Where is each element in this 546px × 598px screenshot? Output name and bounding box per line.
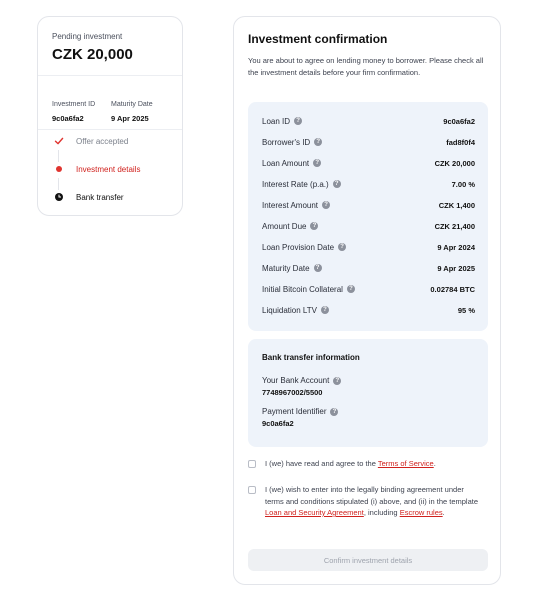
info-icon[interactable]: ?: [330, 407, 339, 416]
info-icon[interactable]: ?: [314, 138, 323, 146]
info-icon[interactable]: ?: [321, 306, 329, 314]
divider: [38, 129, 182, 130]
agreement-text: I (we) wish to enter into the legally bi…: [265, 485, 479, 517]
agreement-checkbox-row: I (we) wish to enter into the legally bi…: [248, 484, 480, 519]
confirm-investment-button[interactable]: Confirm investment details: [248, 549, 488, 571]
detail-value: CZK 20,000: [434, 158, 475, 168]
investment-id-value: 9c0a6fa2: [52, 114, 84, 123]
payment-identifier-value: 9c0a6fa2: [262, 419, 294, 428]
bank-account-value: 7748967002/5500: [262, 388, 323, 397]
bank-transfer-panel: Bank transfer information Your Bank Acco…: [248, 339, 488, 447]
terms-checkbox-row: I (we) have read and agree to the Terms …: [248, 458, 480, 470]
loan-details-panel: Loan ID? 9c0a6fa2 Borrower's ID? fad8f0f…: [248, 102, 488, 331]
detail-row-loan-id: Loan ID? 9c0a6fa2: [262, 114, 475, 128]
detail-label: Loan Provision Date: [262, 242, 335, 252]
step-label: Bank transfer: [76, 192, 124, 202]
maturity-date-value: 9 Apr 2025: [111, 114, 149, 123]
detail-row-interest-amount: Interest Amount? CZK 1,400: [262, 198, 475, 212]
payment-identifier-label: Payment Identifier: [262, 407, 327, 416]
info-icon[interactable]: ?: [338, 243, 347, 251]
info-icon[interactable]: ?: [346, 285, 355, 293]
detail-value: 9 Apr 2025: [437, 263, 475, 273]
terms-text: I (we) have read and agree to the Terms …: [265, 459, 436, 468]
info-icon[interactable]: ?: [313, 159, 322, 167]
detail-value: 9c0a6fa2: [443, 116, 475, 126]
detail-row-borrower-id: Borrower's ID? fad8f0f4: [262, 135, 475, 149]
detail-row-amount-due: Amount Due? CZK 21,400: [262, 219, 475, 233]
detail-label: Liquidation LTV: [262, 305, 317, 315]
escrow-rules-link[interactable]: Escrow rules: [400, 508, 443, 517]
payment-identifier-label-row: Payment Identifier?: [262, 407, 339, 416]
intro-text: You are about to agree on lending money …: [248, 56, 484, 77]
detail-label: Loan Amount: [262, 158, 310, 168]
detail-value: 7.00 %: [451, 179, 475, 189]
investment-summary-card: Pending investment CZK 20,000 Investment…: [37, 16, 183, 216]
detail-value: 0.02784 BTC: [430, 284, 475, 294]
step-offer-accepted: Offer accepted: [52, 134, 128, 148]
detail-label: Amount Due: [262, 221, 307, 231]
loan-security-agreement-link[interactable]: Loan and Security Agreement: [265, 508, 364, 517]
step-bank-transfer: Bank transfer: [52, 190, 124, 204]
terms-checkbox[interactable]: [248, 460, 256, 468]
detail-value: 95 %: [457, 305, 475, 315]
clock-icon: [52, 190, 66, 204]
investment-amount: CZK 20,000: [52, 46, 133, 63]
detail-label: Loan ID: [262, 116, 291, 126]
terms-of-service-link[interactable]: Terms of Service: [378, 459, 434, 468]
detail-row-maturity-date: Maturity Date? 9 Apr 2025: [262, 261, 475, 275]
investment-id-label: Investment ID: [52, 101, 96, 108]
detail-value: fad8f0f4: [446, 137, 475, 147]
step-connector: [58, 150, 59, 162]
info-icon[interactable]: ?: [313, 264, 322, 272]
detail-row-liquidation-ltv: Liquidation LTV? 95 %: [262, 303, 475, 317]
current-step-dot-icon: [52, 162, 66, 176]
info-icon[interactable]: ?: [310, 222, 319, 230]
check-icon: [52, 134, 66, 148]
step-label: Offer accepted: [76, 136, 129, 146]
detail-row-interest-rate: Interest Rate (p.a.)? 7.00 %: [262, 177, 475, 191]
maturity-date-label: Maturity Date: [111, 101, 153, 108]
info-icon[interactable]: ?: [333, 376, 342, 385]
divider: [38, 75, 182, 76]
step-label: Investment details: [76, 164, 141, 174]
detail-row-bitcoin-collateral: Initial Bitcoin Collateral? 0.02784 BTC: [262, 282, 475, 296]
investment-confirmation-card: Investment confirmation You are about to…: [233, 16, 501, 585]
step-investment-details: Investment details: [52, 162, 140, 176]
detail-row-loan-amount: Loan Amount? CZK 20,000: [262, 156, 475, 170]
detail-row-loan-provision-date: Loan Provision Date? 9 Apr 2024: [262, 240, 475, 254]
info-icon[interactable]: ?: [322, 201, 331, 209]
detail-value: CZK 1,400: [438, 200, 475, 210]
pending-investment-label: Pending investment: [52, 32, 123, 41]
detail-value: CZK 21,400: [434, 221, 475, 231]
bank-account-label-row: Your Bank Account?: [262, 376, 342, 385]
info-icon[interactable]: ?: [332, 180, 341, 188]
detail-label: Borrower's ID: [262, 137, 311, 147]
bank-transfer-heading: Bank transfer information: [262, 353, 360, 362]
detail-label: Interest Amount: [262, 200, 319, 210]
detail-label: Maturity Date: [262, 263, 310, 273]
page-title: Investment confirmation: [248, 32, 388, 46]
detail-label: Interest Rate (p.a.): [262, 179, 329, 189]
detail-value: 9 Apr 2024: [437, 242, 475, 252]
agreement-checkbox[interactable]: [248, 486, 256, 494]
info-icon[interactable]: ?: [294, 117, 303, 125]
detail-label: Initial Bitcoin Collateral: [262, 284, 343, 294]
step-connector: [58, 178, 59, 190]
bank-account-label: Your Bank Account: [262, 376, 330, 385]
